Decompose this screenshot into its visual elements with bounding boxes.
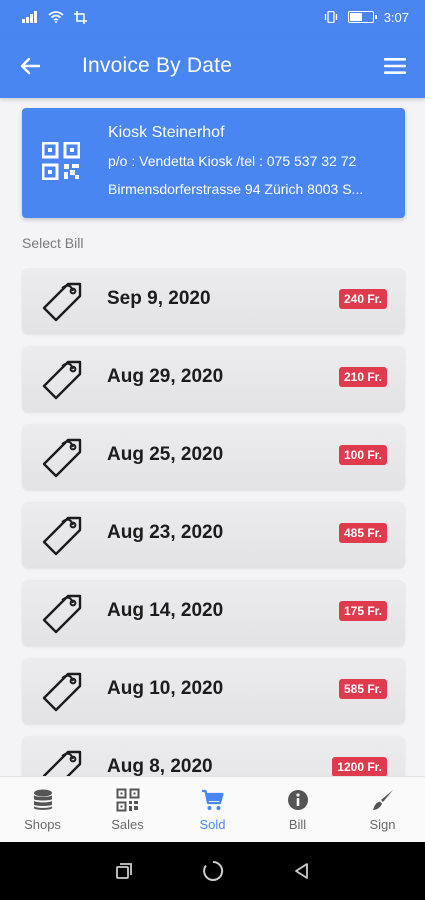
bill-date: Aug 23, 2020	[107, 522, 224, 543]
app-bar: Invoice By Date	[0, 34, 425, 98]
hamburger-menu-icon	[384, 58, 406, 74]
status-icons-right: 3:07	[324, 10, 409, 25]
nav-label: Sold	[199, 816, 226, 832]
bill-date: Aug 14, 2020	[107, 600, 224, 621]
tag-icon	[42, 750, 82, 776]
bill-list[interactable]: Sep 9, 2020 240 Fr. Aug 29, 2020 210 Fr.…	[0, 268, 425, 776]
bill-date: Aug 10, 2020	[107, 678, 224, 699]
tag-icon	[42, 672, 82, 712]
status-bar: 3:07	[0, 0, 425, 34]
bill-item[interactable]: Aug 10, 2020 585 Fr.	[22, 658, 405, 724]
shop-name: Kiosk Steinerhof	[108, 124, 225, 141]
tag-icon	[42, 360, 82, 400]
bottom-navigation: Shops Sales Sold Bill Sign	[0, 776, 425, 842]
bill-amount-badge: 585 Fr.	[338, 679, 387, 699]
bill-item[interactable]: Aug 14, 2020 175 Fr.	[22, 580, 405, 646]
bill-item[interactable]: Aug 29, 2020 210 Fr.	[22, 346, 405, 412]
database-icon	[33, 789, 52, 810]
battery-icon	[347, 11, 377, 23]
tag-icon	[42, 438, 82, 478]
select-bill-label: Select Bill	[22, 235, 84, 251]
nav-label: Shops	[24, 816, 61, 832]
nav-label: Sales	[111, 816, 144, 832]
home-icon[interactable]	[202, 860, 224, 882]
tag-icon	[42, 594, 82, 634]
bill-date: Sep 9, 2020	[107, 288, 211, 309]
qr-code-icon	[116, 788, 139, 811]
back-icon[interactable]	[293, 862, 311, 880]
page-title: Invoice By Date	[82, 54, 233, 77]
bill-item[interactable]: Aug 8, 2020 1200 Fr.	[22, 736, 405, 776]
status-time: 3:07	[383, 9, 409, 25]
bill-amount-badge: 240 Fr.	[338, 289, 387, 309]
brush-icon	[372, 789, 393, 810]
menu-button[interactable]	[365, 34, 425, 98]
system-navigation-bar	[0, 842, 425, 900]
nav-tab-sales[interactable]: Sales	[85, 777, 170, 842]
bill-amount-badge: 210 Fr.	[338, 367, 387, 387]
back-button[interactable]	[2, 34, 58, 98]
vibrate-icon	[324, 11, 337, 23]
wifi-icon	[48, 11, 64, 23]
tag-icon	[42, 516, 82, 556]
nav-label: Sign	[369, 816, 396, 832]
bill-date: Aug 25, 2020	[107, 444, 224, 465]
shop-info-card[interactable]: Kiosk Steinerhof p/o : Vendetta Kiosk /t…	[22, 108, 405, 218]
nav-tab-sold[interactable]: Sold	[170, 777, 255, 842]
nav-tab-shops[interactable]: Shops	[0, 777, 85, 842]
info-icon	[287, 789, 308, 810]
nav-tab-bill[interactable]: Bill	[255, 777, 340, 842]
shop-address: Birmensdorferstrasse 94 Zürich 8003 S...	[108, 181, 364, 197]
bill-amount-badge: 100 Fr.	[338, 445, 387, 465]
bill-amount-badge: 485 Fr.	[338, 523, 387, 543]
bill-item[interactable]: Sep 9, 2020 240 Fr.	[22, 268, 405, 334]
signal-icon	[22, 11, 37, 23]
nav-label: Bill	[288, 816, 307, 832]
recents-icon[interactable]	[115, 862, 133, 880]
tag-icon	[42, 282, 82, 322]
bill-amount-badge: 175 Fr.	[338, 601, 387, 621]
screenshot-icon	[74, 10, 87, 24]
bill-item[interactable]: Aug 25, 2020 100 Fr.	[22, 424, 405, 490]
bill-date: Aug 8, 2020	[107, 756, 213, 776]
qr-code-icon	[42, 142, 80, 180]
bill-item[interactable]: Aug 23, 2020 485 Fr.	[22, 502, 405, 568]
arrow-left-icon	[20, 57, 40, 75]
nav-tab-sign[interactable]: Sign	[340, 777, 425, 842]
shop-owner-line: p/o : Vendetta Kiosk /tel : 075 537 32 7…	[108, 153, 357, 169]
status-icons-left	[22, 10, 87, 24]
bill-date: Aug 29, 2020	[107, 366, 224, 387]
cart-icon	[201, 789, 224, 810]
bill-amount-badge: 1200 Fr.	[332, 757, 387, 776]
